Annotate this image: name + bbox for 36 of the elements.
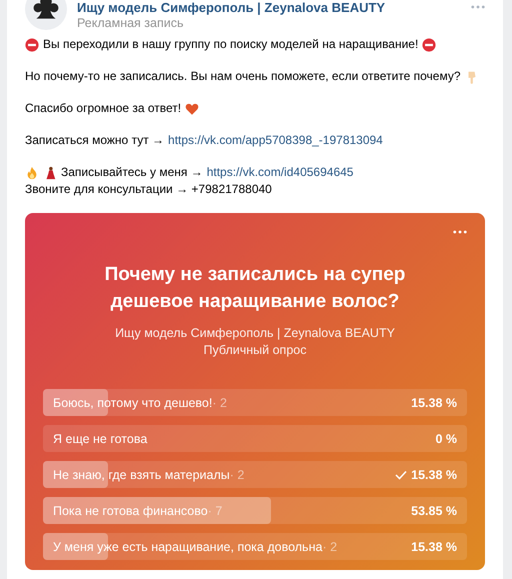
option-percent: 15.38 %: [411, 540, 457, 554]
poll-option[interactable]: Пока не готова финансово· 7 53.85 %: [43, 497, 467, 524]
post-text: Вы переходили в нашу группу по поиску моделей на наращивание!: [43, 36, 418, 53]
post-text: Звоните для консультации → +79821788040: [25, 181, 272, 198]
fire-icon: [25, 166, 39, 180]
more-icon[interactable]: [453, 230, 467, 234]
poll-option[interactable]: Боюсь, потому что дешево!· 2 15.38 %: [43, 389, 467, 416]
option-percent: 15.38 %: [411, 396, 457, 410]
poll-owner[interactable]: Ищу модель Симферополь | Zeynalova BEAUTY: [43, 325, 467, 342]
poll-option[interactable]: Я еще не готова 0 %: [43, 425, 467, 452]
ad-label: Рекламная запись: [77, 15, 184, 31]
poll-type: Публичный опрос: [202, 342, 308, 359]
no-entry-icon: [25, 38, 39, 52]
option-percent: 15.38 %: [411, 468, 457, 482]
post-link[interactable]: https://vk.com/app5708398_-197813094: [168, 132, 383, 149]
avatar-icon[interactable]: [25, 0, 67, 30]
poll-option[interactable]: Не знаю, где взять материалы· 2 15.38 %: [43, 461, 467, 488]
no-entry-icon: [422, 38, 436, 52]
option-text: Я еще не готова: [53, 432, 148, 446]
option-text: Боюсь, потому что дешево!· 2: [53, 396, 228, 410]
poll-question: Почему не записались на супер дешевое наращивание волос?: [104, 263, 406, 314]
post-text: Записаться можно тут →: [25, 132, 164, 149]
post-text: Но почему-то не записались. Вы нам очень поможете, если ответите почему?: [25, 68, 461, 85]
option-text: У меня уже есть наращивание, пока довольна· 2: [53, 540, 338, 554]
more-icon[interactable]: [471, 5, 485, 9]
heart-icon: [185, 102, 200, 116]
poll-option[interactable]: У меня уже есть наращивание, пока довольна· 2 15.38 %: [43, 533, 467, 560]
post-text: Записывайтесь у меня →: [61, 164, 203, 181]
option-percent: 53.85 %: [411, 504, 457, 518]
post-text: Спасибо огромное за ответ!: [25, 100, 182, 117]
option-percent: 0 %: [435, 432, 457, 446]
option-text: Не знаю, где взять материалы· 2: [53, 468, 246, 482]
option-text: Пока не готова финансово· 7: [53, 504, 224, 518]
post-link[interactable]: https://vk.com/id405694645: [206, 164, 354, 181]
author-name[interactable]: Ищу модель Симферополь | Zeynalova BEAUTY: [77, 1, 461, 15]
check-icon: [395, 470, 408, 480]
